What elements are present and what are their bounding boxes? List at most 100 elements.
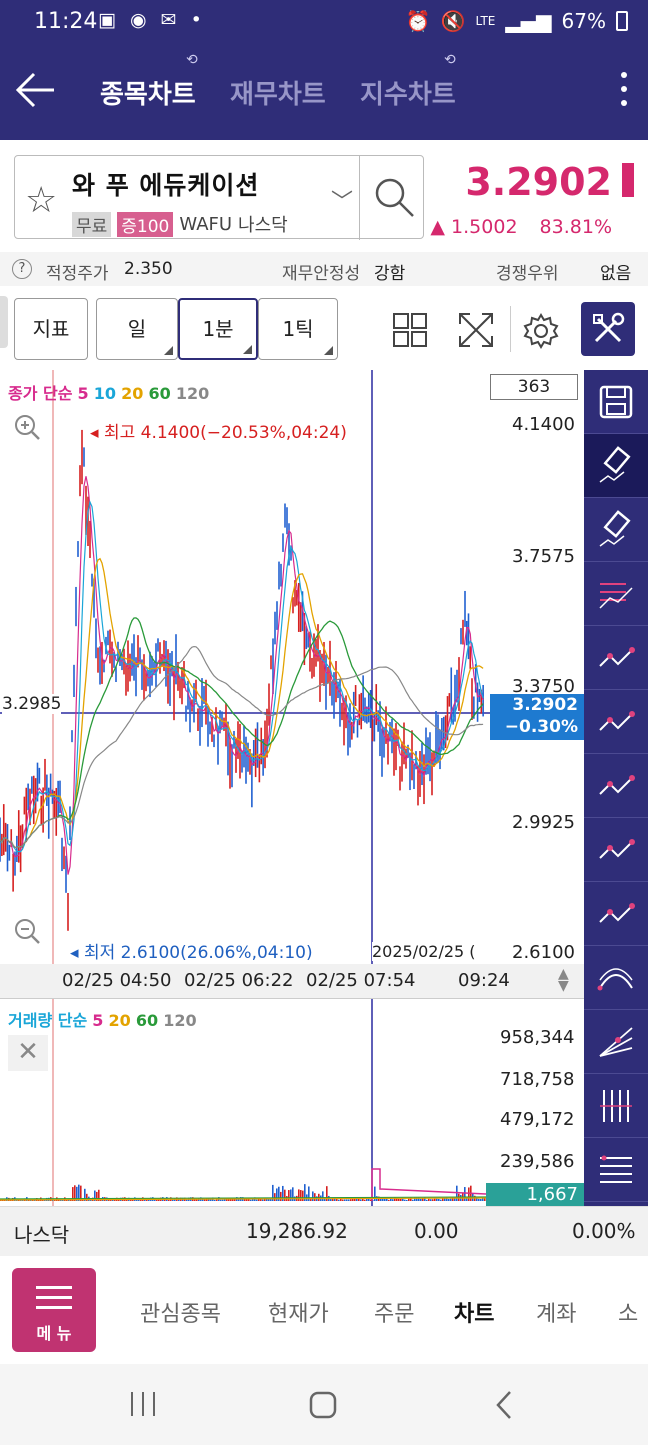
tab-stock-chart[interactable]: 종목차트 (100, 74, 196, 111)
more-menu-icon[interactable] (618, 72, 630, 112)
volume-bar (438, 1199, 440, 1201)
volume-y-tick: 958,344 (500, 1027, 575, 1048)
favorite-star-icon[interactable]: ☆ (25, 180, 57, 221)
eraser-tool-button[interactable] (584, 434, 648, 498)
hamburger-icon (36, 1306, 72, 1309)
margin-tag: 증100 (117, 211, 174, 237)
layout-grid-icon[interactable] (392, 312, 428, 348)
volume-bar (274, 1193, 276, 1201)
period-day-button[interactable]: 일 (96, 298, 178, 360)
vol-ma-period: 120 (163, 1011, 197, 1030)
mute-icon: 🔇 (440, 9, 466, 33)
price-chart-canvas[interactable] (0, 370, 584, 964)
volume-bar (482, 1198, 484, 1201)
current-price-tag: 3.2902 −0.30% (490, 694, 584, 740)
save-tool-button[interactable] (584, 370, 648, 434)
index-name: 나스닥 (14, 1223, 70, 1247)
nav-more[interactable]: 소 (618, 1296, 638, 1328)
volume-chart[interactable]: 거래량 단순 5 20 60 120 ✕ 958,344 718,758 479… (0, 998, 584, 1207)
horizontal-lines-tool-button[interactable] (584, 1138, 648, 1202)
hamburger-icon (36, 1296, 72, 1299)
vol-ma-period: 20 (108, 1011, 131, 1030)
divider (359, 156, 360, 240)
volume-bar (168, 1199, 170, 1201)
volume-bar (434, 1198, 436, 1201)
zoom-in-icon[interactable] (12, 412, 42, 442)
trendline-tool-button[interactable] (584, 818, 648, 882)
volume-bar (398, 1198, 400, 1201)
hamburger-icon (36, 1286, 72, 1289)
vertical-lines-icon (600, 1090, 632, 1122)
volume-bar (250, 1199, 252, 1201)
expand-icon[interactable] (456, 310, 496, 350)
period-minute-button[interactable]: 1분 (178, 298, 258, 360)
zoom-out-icon[interactable] (12, 916, 42, 946)
ma-period: 10 (93, 384, 117, 403)
menu-button[interactable]: 메 뉴 (12, 1268, 96, 1352)
vertical-lines-tool-button[interactable] (584, 1074, 648, 1138)
change-absolute: ▲ 1.5002 (430, 216, 518, 238)
volume-bar (350, 1199, 352, 1201)
close-icon[interactable]: ✕ (8, 1035, 48, 1071)
ma-period: 120 (175, 384, 210, 403)
home-icon[interactable] (308, 1390, 338, 1420)
auto-trend-icon (599, 903, 635, 923)
stock-market: 나스닥 (238, 215, 288, 236)
price-chart[interactable]: 종가 단순 5 10 20 60 120 363 ◂ 최고 4.1400(−20… (0, 370, 584, 964)
indicator-button[interactable]: 지표 (14, 298, 88, 360)
volume-bar (226, 1199, 228, 1201)
current-volume-tag: 1,667 (486, 1183, 584, 1207)
drawing-tools-button[interactable] (581, 302, 635, 356)
nav-quote[interactable]: 현재가 (268, 1296, 329, 1328)
back-arrow-icon[interactable] (14, 66, 58, 114)
stock-selector[interactable]: ☆ 와 푸 에듀케이션 무료 증100 WAFU 나스닥 ﹀ (14, 155, 424, 240)
volume-bar (322, 1191, 324, 1201)
tab-finance-chart[interactable]: 재무차트 (230, 74, 326, 111)
nav-chart[interactable]: 차트 (454, 1296, 494, 1328)
y-tick: 2.6100 (512, 942, 575, 963)
splitter-arrows-icon[interactable]: ▲ ▼ (558, 967, 569, 993)
hcl-lines-tool-button[interactable] (584, 562, 648, 626)
bottom-nav: 메 뉴 관심종목 현재가 주문 차트 계좌 소 (0, 1256, 648, 1364)
crosshair-point-tool-button[interactable] (584, 626, 648, 690)
horizontal-lines-icon (600, 1155, 632, 1183)
fan-tool-button[interactable] (584, 1010, 648, 1074)
volume-bar (420, 1198, 422, 1201)
auto-trend-tool-button[interactable] (584, 882, 648, 946)
drawer-handle[interactable] (0, 296, 8, 348)
status-right: ⏰ 🔇 LTE ▂▄▆ 67% (406, 9, 628, 33)
gear-icon[interactable] (522, 312, 560, 350)
back-nav-icon[interactable] (494, 1390, 514, 1420)
fan-icon (599, 1027, 633, 1057)
notification-icons: ▣ ◉ ✉ • (98, 9, 206, 31)
volume-legend-title: 거래량 단순 (8, 1011, 88, 1030)
search-icon[interactable] (371, 174, 417, 220)
stock-ticker: WAFU (179, 213, 233, 235)
index-change: 0.00 (414, 1219, 459, 1243)
eraser-all-tool-button[interactable] (584, 498, 648, 562)
hcl-lines-icon (599, 583, 633, 609)
candle-count-box: 363 (490, 374, 578, 400)
dropdown-corner-icon (243, 345, 252, 354)
low-label: ◂ 최저 2.6100(26.06%,04:10) (70, 938, 313, 963)
period-tick-button[interactable]: 1틱 (258, 298, 338, 360)
tab-index-chart[interactable]: 지수차트 (360, 74, 456, 111)
nav-order[interactable]: 주문 (374, 1296, 414, 1328)
chevron-down-icon[interactable]: ﹀ (331, 184, 353, 216)
change-percent: 83.81% (539, 216, 612, 238)
volume-bar (314, 1193, 316, 1201)
nav-account[interactable]: 계좌 (536, 1296, 576, 1328)
info-row: ? 적정주가 2.350 재무안정성 강함 경쟁우위 없음 (0, 252, 648, 286)
index-row[interactable]: 나스닥 19,286.92 0.00 0.00% (0, 1206, 648, 1256)
period-minute-label: 1분 (202, 317, 234, 341)
chart-toolbar: 지표 일 1분 1틱 (0, 292, 648, 366)
help-icon[interactable]: ? (12, 259, 32, 279)
arc-tool-button[interactable] (584, 946, 648, 1010)
nav-watchlist[interactable]: 관심종목 (140, 1296, 221, 1328)
recent-apps-icon[interactable] (128, 1390, 158, 1418)
triangle-point-tool-button[interactable] (584, 690, 648, 754)
high-arrow-icon: ◂ (90, 423, 99, 443)
volume-bar (408, 1198, 410, 1201)
zigzag-tool-button[interactable] (584, 754, 648, 818)
volume-bar (344, 1199, 346, 1201)
